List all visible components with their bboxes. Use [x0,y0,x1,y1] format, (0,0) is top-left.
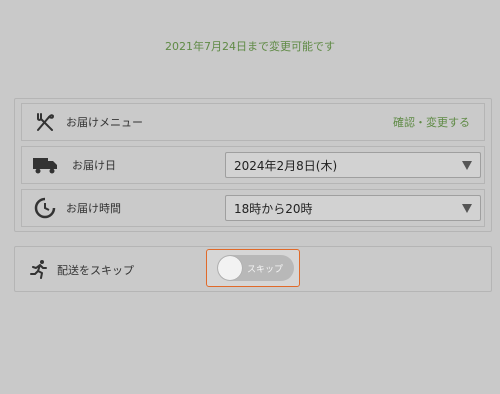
delivery-menu-row: お届けメニュー 確認・変更する [21,103,485,141]
skip-delivery-row: 配送をスキップ スキップ [14,246,492,292]
delivery-settings-panel: お届けメニュー 確認・変更する お届け日 2024年2月8日(木) お届け時間 [14,98,492,232]
delivery-time-value: 18時から20時 [234,201,313,216]
delivery-time-label: お届け時間 [66,202,121,215]
delivery-menu-label: お届けメニュー [66,116,143,129]
dropdown-arrow-icon [462,204,472,213]
truck-icon [32,156,58,178]
deadline-notice: 2021年7月24日まで変更可能です [165,40,335,53]
running-person-icon [29,259,49,283]
delivery-date-label: お届け日 [72,159,116,172]
clock-icon [34,197,56,223]
delivery-time-row: お届け時間 18時から20時 [21,189,485,227]
skip-delivery-label: 配送をスキップ [57,264,134,277]
dropdown-arrow-icon [462,161,472,170]
delivery-date-row: お届け日 2024年2月8日(木) [21,146,485,184]
skip-delivery-toggle[interactable]: スキップ [217,255,294,281]
delivery-date-select[interactable]: 2024年2月8日(木) [225,152,481,178]
delivery-time-select[interactable]: 18時から20時 [225,195,481,221]
confirm-change-link[interactable]: 確認・変更する [393,114,470,130]
delivery-date-value: 2024年2月8日(木) [234,158,338,173]
fork-knife-icon [34,112,56,138]
toggle-label: スキップ [247,265,284,275]
toggle-knob [218,256,242,280]
skip-toggle-focus-ring: スキップ [206,249,300,287]
